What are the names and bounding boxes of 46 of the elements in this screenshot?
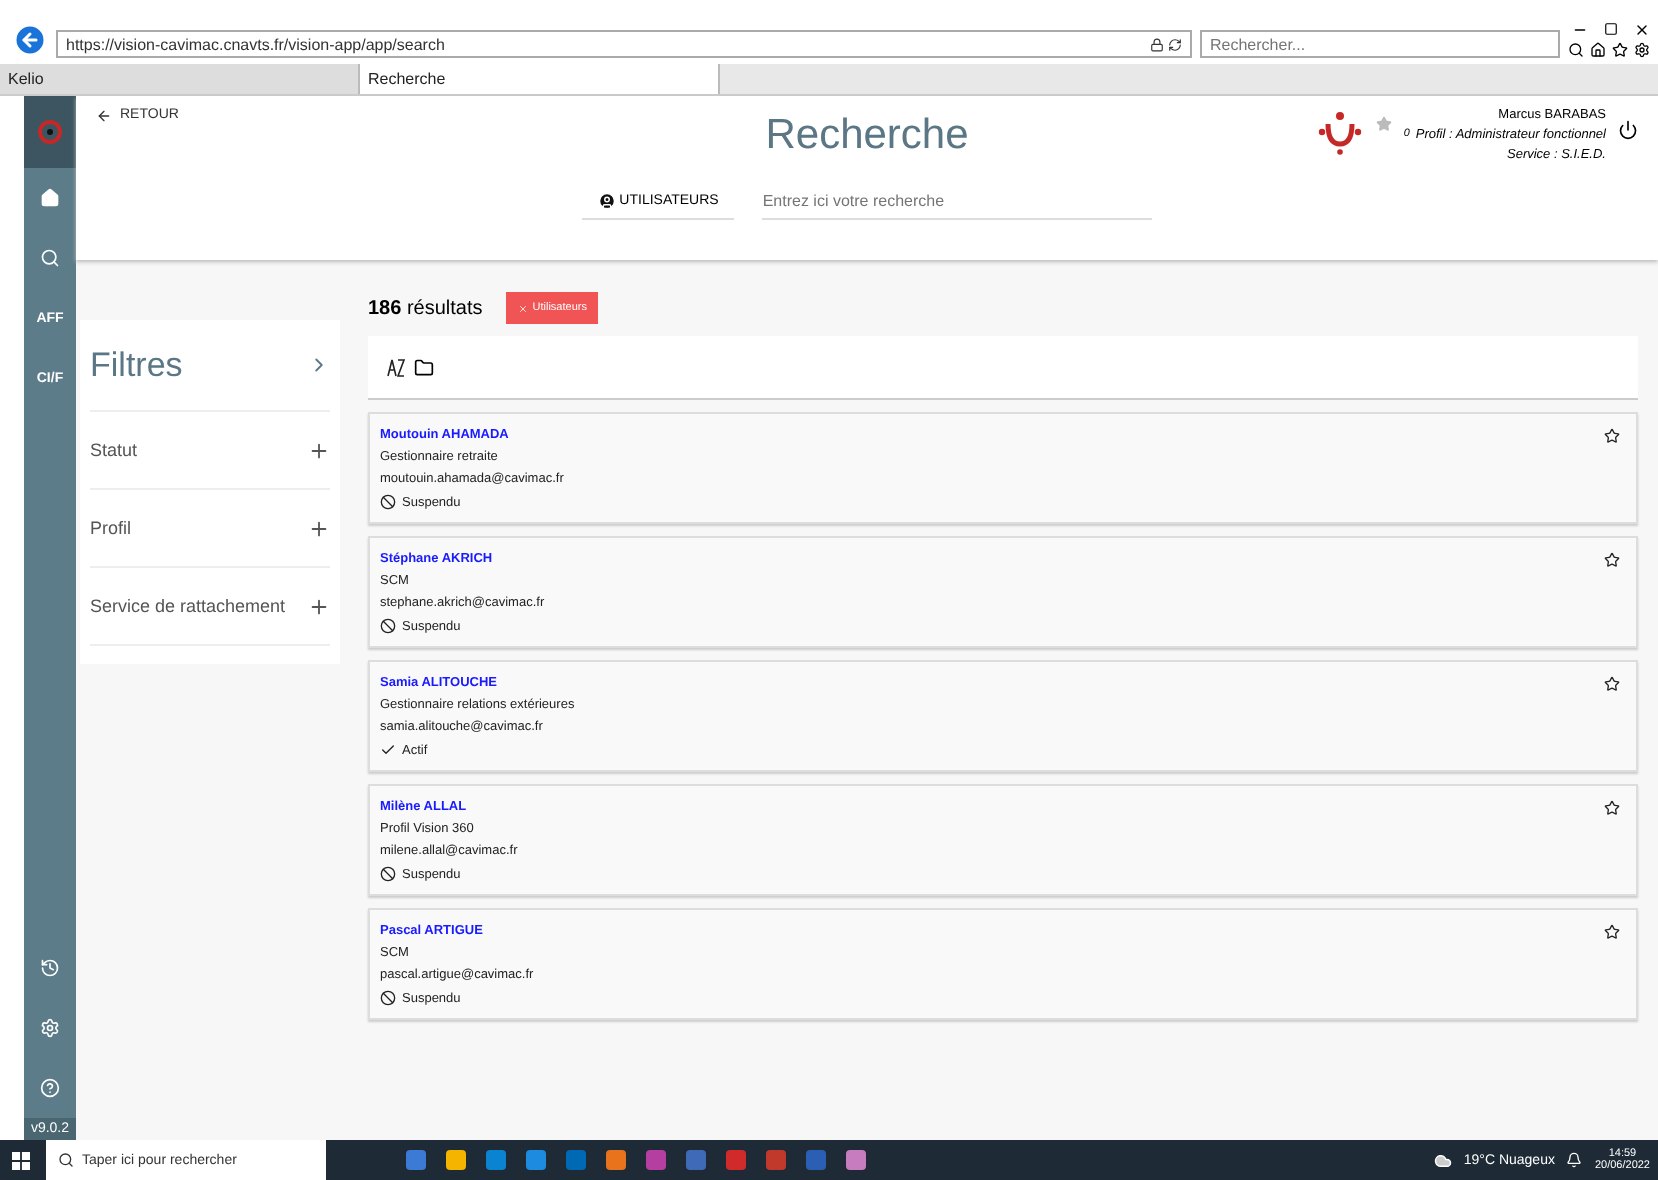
blocked-icon [380, 494, 396, 510]
filters-title: Filtres [90, 345, 183, 385]
filter-item[interactable]: Service de rattachement [90, 568, 330, 646]
filter-item[interactable]: Profil [90, 490, 330, 568]
plus-icon [308, 517, 330, 539]
browser-tab[interactable]: Kelio [0, 64, 360, 94]
back-icon[interactable] [12, 22, 48, 58]
blocked-icon [380, 618, 396, 634]
windows-icon[interactable] [12, 1151, 30, 1169]
favorite-icon[interactable] [1604, 800, 1620, 816]
power-icon[interactable] [1618, 120, 1638, 140]
check-icon [380, 742, 396, 758]
star-icon[interactable] [1612, 42, 1628, 58]
settings-icon[interactable] [1634, 42, 1650, 58]
home-icon[interactable] [1590, 42, 1606, 58]
lock-icon [1150, 37, 1164, 51]
favorite-icon[interactable] [1604, 676, 1620, 692]
logo-icon [24, 96, 76, 168]
blocked-icon [380, 866, 396, 882]
favorite-icon[interactable] [1604, 428, 1620, 444]
browser-search-field[interactable]: Rechercher... [1200, 30, 1560, 58]
favorite-icon[interactable] [1604, 552, 1620, 568]
star-icon[interactable] [1375, 116, 1392, 132]
refresh-icon[interactable] [1168, 37, 1182, 51]
close-icon[interactable] [1634, 22, 1650, 38]
folder-icon[interactable] [414, 357, 434, 377]
address-field[interactable]: https://vision-cavimac.cnavts.fr/vision-app/app/search [56, 30, 1192, 58]
blocked-icon [380, 990, 396, 1006]
results-count: 186 résultats [368, 297, 483, 319]
plus-icon [308, 439, 330, 461]
search-icon[interactable] [1568, 42, 1584, 58]
sort-icon[interactable] [386, 357, 406, 377]
cloud-icon [1433, 1151, 1452, 1169]
favorite-icon[interactable] [1604, 924, 1620, 940]
search-icon [58, 1152, 74, 1168]
favorites-count: 0 [1403, 128, 1410, 142]
filter-item[interactable]: Statut [90, 412, 330, 490]
plus-icon [308, 595, 330, 617]
search-field[interactable]: Entrez ici votre recherche [762, 192, 1153, 220]
tray-icon[interactable] [1566, 1152, 1583, 1168]
user-icon [597, 192, 616, 210]
maximize-icon[interactable] [1604, 22, 1618, 36]
arrow-left-icon [96, 108, 112, 124]
page-title: Recherche [765, 112, 969, 160]
logo-icon [1315, 108, 1364, 156]
browser-tab[interactable]: Recherche [360, 64, 720, 94]
